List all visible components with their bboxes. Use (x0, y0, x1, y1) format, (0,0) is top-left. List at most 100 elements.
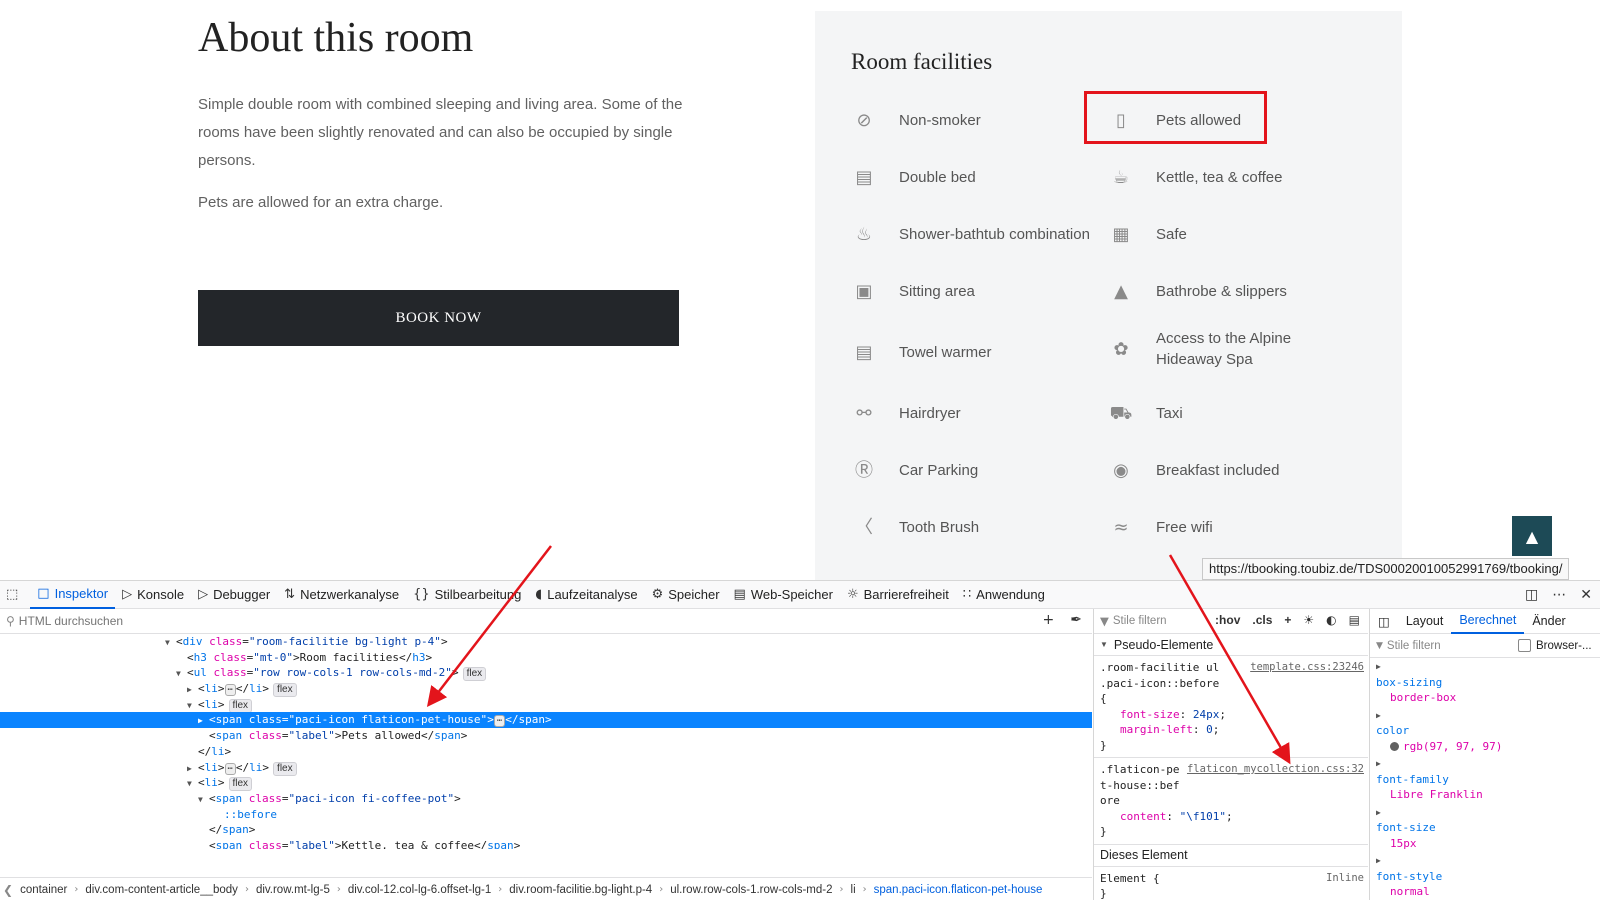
expand-arrow-icon[interactable]: ▶ (1376, 708, 1594, 724)
markup-line[interactable]: ▶ <li> ⋯ </li> flex (0, 760, 1092, 776)
flex-badge[interactable]: flex (273, 683, 297, 698)
tab-computed[interactable]: Berechnet (1451, 609, 1525, 634)
chevron-right-icon: › (336, 884, 341, 895)
markup-line[interactable]: ▼ <li> flex (0, 775, 1092, 792)
tab-changes[interactable]: Änder (1524, 609, 1573, 634)
flex-badge[interactable]: flex (273, 761, 297, 776)
hover-toggle[interactable]: :hov (1215, 613, 1240, 627)
element-picker-button[interactable]: ⬚ (0, 581, 30, 609)
tab-console[interactable]: ▷ Konsole (115, 581, 191, 609)
breadcrumb-item[interactable]: div.col-12.col-lg-6.offset-lg-1 (344, 884, 495, 896)
facility-label: Sitting area (899, 282, 975, 300)
tab-memory[interactable]: ⚙ Speicher (645, 581, 727, 609)
rule-source-link[interactable]: flaticon_mycollection.css:32 (1187, 762, 1364, 778)
book-now-button[interactable]: BOOK NOW (198, 290, 679, 346)
filter-icon: ▼ (1376, 640, 1383, 651)
markup-line[interactable]: ▼ <ul class="row row-cols-1 row-cols-md-2… (0, 665, 1092, 682)
devtools-panel: ⬚ □ Inspektor ▷ Konsole ▷ Debugger ⇅ Netzwer… (0, 580, 1600, 900)
markup-line[interactable]: ::before (0, 807, 1092, 823)
computed-filter-input[interactable]: Stile filtern (1387, 640, 1441, 652)
selected-markup-line[interactable]: ▶ <span class="paci-icon flaticon-pet-hou… (0, 712, 1092, 729)
print-icon[interactable]: ▤ (1349, 613, 1360, 627)
more-options-icon[interactable]: ⋯ (1552, 587, 1566, 603)
dock-icon[interactable]: ◫ (1525, 587, 1538, 603)
markup-line[interactable]: ▼ <div class="room-facilitie bg-light p-4… (0, 634, 1092, 650)
collapsed-content-badge[interactable]: ⋯ (493, 715, 506, 728)
chevron-right-icon: › (839, 884, 844, 895)
status-url-tooltip: https://tbooking.toubiz.de/TDS0002001005… (1202, 558, 1570, 580)
tab-inspector[interactable]: □ Inspektor (30, 581, 116, 609)
breadcrumb-item[interactable]: li (847, 884, 860, 896)
expand-arrow-icon[interactable]: ▶ (1376, 756, 1594, 772)
tab-style-editor[interactable]: {} Stilbearbeitung (406, 581, 528, 609)
flex-badge[interactable]: flex (228, 698, 253, 713)
facility-item: ⛟ Taxi (1108, 400, 1183, 426)
html-search-input[interactable] (18, 614, 919, 628)
tab-debugger[interactable]: ▷ Debugger (191, 581, 277, 609)
pseudo-elements-header[interactable]: ▼ Pseudo-Elemente (1094, 634, 1368, 656)
computed-property[interactable]: ▶ font-size 15px (1370, 804, 1600, 853)
collapse-arrow-icon[interactable]: ▼ (165, 635, 176, 651)
collapse-arrow-icon[interactable]: ▼ (198, 792, 209, 808)
facility-label: Non-smoker (899, 111, 981, 129)
tab-accessibility[interactable]: ☼ Barrierefreiheit (840, 581, 956, 609)
chevron-left-icon[interactable]: ❮ (0, 883, 16, 897)
expand-arrow-icon[interactable]: ▶ (1376, 659, 1594, 675)
markup-line[interactable]: ▶ <li> ⋯ </li> flex (0, 681, 1092, 698)
tab-network[interactable]: ⇅ Netzwerkanalyse (277, 581, 406, 609)
layout-panel-icon[interactable]: ◫ (1370, 609, 1398, 634)
collapse-arrow-icon[interactable]: ▼ (176, 666, 187, 682)
facility-item: ☕ Kettle, tea & coffee (1108, 164, 1283, 190)
markup-line[interactable]: <h3 class="mt-0">Room facilities</h3> (0, 650, 1092, 666)
markup-line[interactable]: ▼ <li> flex (0, 697, 1092, 713)
breadcrumb-item[interactable]: div.com-content-article__body (81, 884, 242, 896)
dark-mode-icon[interactable]: ◐ (1326, 613, 1336, 627)
class-toggle[interactable]: .cls (1252, 613, 1272, 627)
expand-arrow-icon[interactable]: ▶ (198, 713, 209, 729)
light-mode-icon[interactable]: ☀ (1303, 613, 1314, 627)
breadcrumb-item[interactable]: container (16, 884, 71, 896)
markup-line[interactable]: ▼ <span class="paci-icon fi-coffee-pot"> (0, 791, 1092, 807)
markup-line[interactable]: </span> (0, 822, 1092, 838)
console-icon: ▷ (122, 587, 133, 602)
eyedropper-icon[interactable]: ✒ (1070, 612, 1082, 628)
collapse-arrow-icon[interactable]: ▼ (187, 698, 198, 714)
collapse-arrow-icon[interactable]: ▼ (187, 776, 198, 792)
breadcrumb-item[interactable]: div.row.mt-lg-5 (252, 884, 334, 896)
computed-property[interactable]: ▶ box-sizing border-box (1370, 658, 1600, 707)
breadcrumb-item[interactable]: ul.row.row-cols-1.row-cols-md-2 (666, 884, 836, 896)
computed-property[interactable]: ▶ font-family Libre Franklin (1370, 755, 1600, 804)
breadcrumb-item-active[interactable]: span.paci-icon.flaticon-pet-house (870, 884, 1047, 896)
flex-badge[interactable]: flex (462, 667, 487, 682)
tab-application[interactable]: ∷ Anwendung (956, 581, 1052, 609)
scroll-to-top-button[interactable]: ▲ (1512, 516, 1552, 556)
css-rule[interactable]: .room-facilitie ul .paci-icon::before te… (1094, 656, 1368, 758)
add-rule-icon[interactable]: + (1284, 613, 1291, 627)
network-icon: ⇅ (284, 587, 296, 602)
rules-filter-input[interactable]: Stile filtern (1113, 615, 1167, 627)
add-node-icon[interactable]: + (1043, 612, 1055, 628)
markup-line[interactable]: </li> (0, 744, 1092, 760)
computed-property[interactable]: ▶ font-style normal (1370, 852, 1600, 900)
chip-icon: ⚙ (651, 587, 664, 602)
expand-arrow-icon[interactable]: ▶ (187, 682, 198, 698)
expand-arrow-icon[interactable]: ▶ (1376, 805, 1594, 821)
collapsed-content-badge[interactable]: ⋯ (224, 762, 236, 775)
close-icon[interactable]: ✕ (1580, 587, 1592, 603)
breadcrumb-item[interactable]: div.room-facilitie.bg-light.p-4 (505, 884, 656, 896)
css-rule[interactable]: Element { Inline } (1094, 867, 1368, 900)
expand-arrow-icon[interactable]: ▶ (187, 761, 198, 777)
markup-line[interactable]: <span class="label">Pets allowed</span> (0, 728, 1092, 744)
about-title: About this room (198, 15, 474, 61)
rule-source-link[interactable]: template.css:23246 (1250, 660, 1364, 676)
computed-property[interactable]: ▶ color rgb(97, 97, 97) (1370, 707, 1600, 756)
tab-performance[interactable]: ◖ Laufzeitanalyse (528, 581, 644, 609)
collapsed-content-badge[interactable]: ⋯ (224, 684, 236, 697)
css-rule[interactable]: .flaticon-pet-house::before flaticon_myc… (1094, 758, 1368, 845)
flex-badge[interactable]: flex (228, 777, 253, 792)
markup-line[interactable]: <span class="label">Kettle, tea & coffee… (0, 838, 1092, 849)
tab-storage[interactable]: ▤ Web-Speicher (727, 581, 840, 609)
tab-layout[interactable]: Layout (1398, 609, 1452, 634)
browser-styles-checkbox[interactable]: Browser-... (1518, 639, 1592, 652)
expand-arrow-icon[interactable]: ▶ (1376, 853, 1594, 869)
